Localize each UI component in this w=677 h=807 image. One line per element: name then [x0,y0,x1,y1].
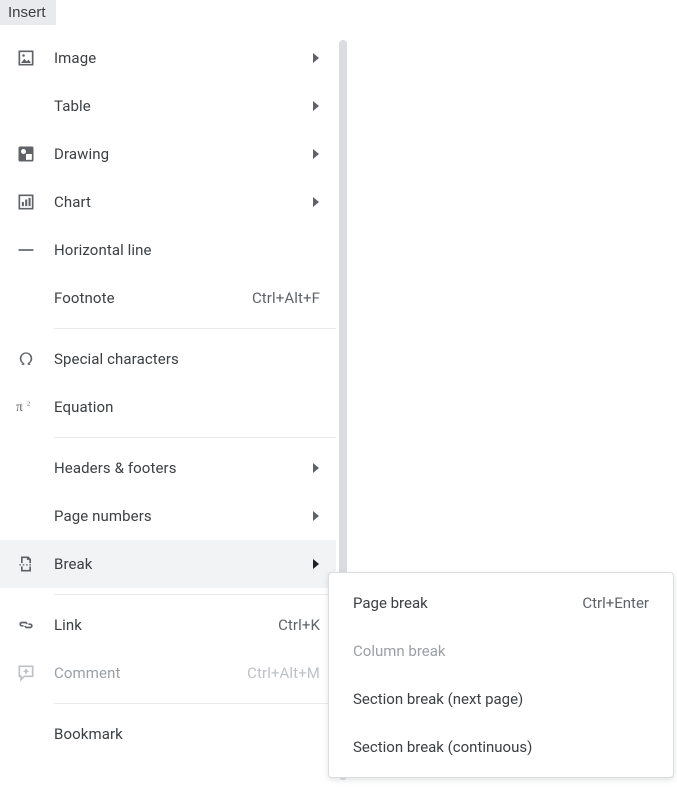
menu-item-horizontal-line[interactable]: Horizontal line [0,226,336,274]
bookmark-icon [16,724,36,744]
submenu-arrow-icon [308,559,320,569]
menu-item-drawing[interactable]: Drawing [0,130,336,178]
menu-label: Bookmark [54,725,320,743]
image-icon [16,48,36,68]
menu-label: Comment [54,664,247,682]
menu-label: Equation [54,398,320,416]
footnote-icon [16,288,36,308]
menu-divider [54,437,336,438]
submenu-label: Column break [353,642,649,660]
submenu-item-section-continuous[interactable]: Section break (continuous) [329,723,673,771]
menu-item-chart[interactable]: Chart [0,178,336,226]
equation-icon: π2 [16,397,36,417]
menu-item-link[interactable]: Link Ctrl+K [0,601,336,649]
menu-item-special-characters[interactable]: Special characters [0,335,336,383]
submenu-item-column-break: Column break [329,627,673,675]
omega-icon [16,349,36,369]
submenu-arrow-icon [308,511,320,521]
menu-item-break[interactable]: Break [0,540,336,588]
horizontal-line-icon [16,240,36,260]
submenu-label: Page break [353,594,582,612]
menu-divider [54,328,336,329]
submenu-shortcut: Ctrl+Enter [582,594,649,612]
menu-label: Horizontal line [54,241,320,259]
menu-label: Image [54,49,298,67]
menu-item-footnote[interactable]: Footnote Ctrl+Alt+F [0,274,336,322]
menu-item-headers-footers[interactable]: Headers & footers [0,444,336,492]
submenu-item-section-next-page[interactable]: Section break (next page) [329,675,673,723]
menu-label: Footnote [54,289,252,307]
menu-label: Chart [54,193,298,211]
menu-shortcut: Ctrl+Alt+M [247,664,320,682]
drawing-icon [16,144,36,164]
menu-item-image[interactable]: Image [0,34,336,82]
menu-label: Drawing [54,145,298,163]
menu-item-equation[interactable]: π2 Equation [0,383,336,431]
menu-shortcut: Ctrl+K [278,616,320,634]
menu-item-page-numbers[interactable]: Page numbers [0,492,336,540]
menu-divider [54,594,336,595]
menu-label: Link [54,616,278,634]
break-submenu: Page break Ctrl+Enter Column break Secti… [328,572,674,778]
chart-icon [16,192,36,212]
link-icon [16,615,36,635]
headers-footers-icon [16,458,36,478]
insert-menu-tab[interactable]: Insert [0,0,56,25]
menu-label: Special characters [54,350,320,368]
menu-label: Headers & footers [54,459,298,477]
submenu-arrow-icon [308,101,320,111]
svg-text:2: 2 [27,400,30,407]
menu-label: Page numbers [54,507,298,525]
submenu-arrow-icon [308,53,320,63]
menu-item-table[interactable]: Table [0,82,336,130]
table-icon [16,96,36,116]
submenu-arrow-icon [308,197,320,207]
submenu-item-page-break[interactable]: Page break Ctrl+Enter [329,579,673,627]
insert-dropdown: Image Table Drawing Chart Horizo [0,28,336,764]
submenu-label: Section break (continuous) [353,738,649,756]
menu-shortcut: Ctrl+Alt+F [252,289,320,307]
menu-label: Break [54,555,298,573]
menu-divider [54,703,336,704]
svg-text:π: π [16,399,23,414]
comment-icon [16,663,36,683]
submenu-arrow-icon [308,149,320,159]
menu-item-bookmark[interactable]: Bookmark [0,710,336,758]
menu-label: Table [54,97,298,115]
submenu-label: Section break (next page) [353,690,649,708]
submenu-arrow-icon [308,463,320,473]
page-numbers-icon [16,506,36,526]
page-break-icon [16,554,36,574]
menu-item-comment: Comment Ctrl+Alt+M [0,649,336,697]
